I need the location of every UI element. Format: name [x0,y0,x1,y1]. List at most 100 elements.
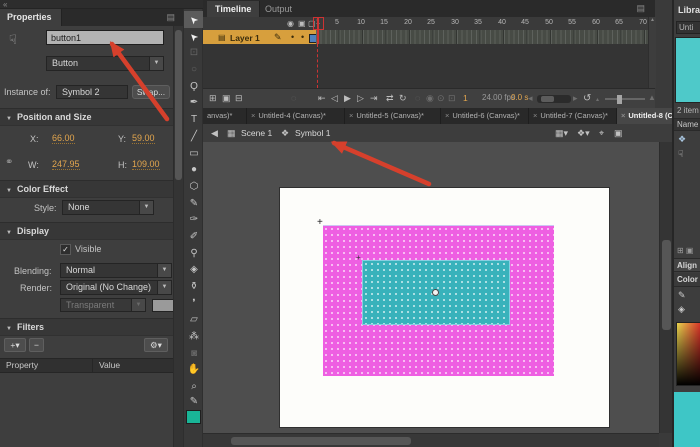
swap-button[interactable]: Swap... [132,85,170,99]
close-icon[interactable]: × [445,111,449,120]
tab-align[interactable]: Align [674,258,700,272]
edit-symbols-icon[interactable]: ❖▾ [577,128,590,139]
text-tool[interactable]: T [184,111,204,128]
playhead-line[interactable] [317,17,319,44]
section-color-effect[interactable]: ▼Color Effect [0,180,183,198]
color-fill-icon[interactable]: ◈ [678,304,700,315]
color-spectrum-picker[interactable] [676,322,700,386]
paint-bucket-tool[interactable]: ◈ [184,261,204,278]
eraser-tool[interactable]: ▱ [184,311,204,328]
x-value[interactable]: 66.00 [52,133,75,144]
timeline-scroll-left-icon[interactable]: ◂ [528,93,533,104]
layer-name[interactable]: Layer 1 [230,33,260,43]
edit-multiple-frames-icon[interactable]: ⊙ [437,93,445,104]
close-icon[interactable]: × [251,111,255,120]
step-forward-button[interactable]: ▷ [357,93,364,104]
step-back-button[interactable]: ◁ [331,93,338,104]
dock-collapse-bar[interactable]: « [0,0,203,9]
layer-lock-dot[interactable]: • [301,32,304,42]
frame-rate-indicator[interactable]: 24.00 fps [482,93,515,102]
instance-name-input[interactable] [46,30,164,45]
scroll-up-icon[interactable]: ▲ [650,17,655,23]
section-display[interactable]: ▼Display [0,222,183,240]
render-dropdown[interactable]: Original (No Change) ▼ [60,280,172,295]
onion-skin-outlines-icon[interactable]: ◉ [426,93,434,104]
collapse-dock-icon[interactable]: « [3,0,7,9]
add-filter-button[interactable]: +▾ [4,338,26,352]
h-value[interactable]: 109.00 [132,159,160,170]
canvas-workspace[interactable]: + + [203,142,672,433]
layer-visibility-dot[interactable]: • [291,32,294,42]
new-layer-icon[interactable]: ⊞ [209,93,217,104]
library-footer-icons[interactable]: ⊞ ▣ [677,246,700,255]
timeline-panel-menu-icon[interactable]: ▤ [636,3,645,14]
symbol-type-dropdown[interactable]: Button ▼ [46,56,164,71]
swap-frames-icon[interactable]: ⇄ [386,93,394,104]
pen-tool[interactable]: ✒ [184,94,204,111]
subselection-tool[interactable]: ➤ [184,28,204,45]
style-dropdown[interactable]: None ▼ [62,200,154,215]
blending-dropdown[interactable]: Normal ▼ [60,263,172,278]
breadcrumb-symbol[interactable]: Symbol 1 [295,128,330,138]
lasso-tool[interactable]: Ϙ [184,78,204,95]
timeline-h-scrollbar[interactable] [537,95,571,103]
stroke-color-swatch[interactable] [186,410,201,424]
canvas-vertical-scrollbar-thumb[interactable] [662,240,671,330]
document-tab[interactable]: ×Untitled-5 (Canvas)* [345,108,441,124]
brush-tool[interactable]: ✑ [184,211,204,228]
library-item-button-icon[interactable]: ☟ [678,149,700,160]
zoom-out-frames-icon[interactable]: ▴ [596,96,599,103]
stroke-color-control[interactable]: ✎ [184,395,204,409]
eye-icon[interactable]: ◉ [287,19,294,28]
close-icon[interactable]: × [349,111,353,120]
library-name-column-header[interactable]: Name [674,118,700,131]
polystar-tool[interactable]: ⬡ [184,178,204,195]
layer-row[interactable]: ▤ Layer 1 ✎ • • [203,30,316,44]
go-to-last-frame-button[interactable]: ⇥ [370,93,378,104]
canvas-horizontal-scrollbar-thumb[interactable] [231,437,411,445]
frame-size-slider[interactable] [605,98,645,100]
library-document-dropdown[interactable]: Unti [676,21,700,34]
eyedropper-tool[interactable]: ❜ [184,295,204,312]
pencil-tool[interactable]: ✎ [184,195,204,212]
tab-properties[interactable]: Properties [0,9,62,26]
new-folder-icon[interactable]: ▣ [222,93,231,104]
y-value[interactable]: 59.00 [132,133,155,144]
tab-color[interactable]: Color [674,273,700,287]
clip-content-icon[interactable]: ▣ [614,128,623,139]
properties-scrollbar-thumb[interactable] [175,30,182,180]
close-icon[interactable]: × [621,111,625,120]
timeline-h-scrollbar-thumb[interactable] [541,96,554,102]
zoom-tool[interactable]: ⌕ [184,378,204,395]
tab-output[interactable]: Output [265,4,292,14]
rectangle-tool[interactable]: ▭ [184,145,204,162]
delete-layer-icon[interactable]: ⊟ [235,93,243,104]
properties-scrollbar[interactable] [173,26,183,447]
paint-brush-tool[interactable]: ✐ [184,228,204,245]
reset-timeline-zoom-icon[interactable]: ↺ [583,93,591,104]
w-value[interactable]: 247.95 [52,159,80,170]
registration-point[interactable] [432,289,439,296]
line-tool[interactable]: ╱ [184,128,204,145]
elapsed-time-indicator[interactable]: 0.0 s [511,93,528,102]
frame-size-slider-thumb[interactable] [617,95,622,104]
timeline-scroll-right-icon[interactable]: ▸ [573,93,578,104]
link-dimensions-icon[interactable]: ⚭ [5,157,13,168]
breadcrumb-scene[interactable]: Scene 1 [241,128,272,138]
document-tab[interactable]: ×Untitled-4 (Canvas)* [247,108,345,124]
edit-scene-icon[interactable]: ▦▾ [555,128,568,139]
library-item-symbol-icon[interactable]: ❖ [678,134,700,145]
remove-filter-button[interactable]: − [29,338,44,352]
document-tab[interactable]: ×Untitled-6 (Canvas)* [441,108,529,124]
oval-tool[interactable]: ● [184,161,204,178]
properties-panel-menu-icon[interactable]: ▤ [166,12,175,23]
color-stroke-icon[interactable]: ✎ [678,290,700,301]
document-tab[interactable]: ×Untitled-7 (Canvas)* [529,108,617,124]
close-icon[interactable]: × [533,111,537,120]
timeline-frame-grid[interactable] [316,30,648,44]
ink-bottle-tool[interactable]: ⚱ [184,278,204,295]
section-filters[interactable]: ▼Filters [0,318,183,336]
modify-markers-icon[interactable]: ⊡ [448,93,456,104]
back-arrow-icon[interactable]: ◀ [211,128,218,139]
tab-timeline[interactable]: Timeline [207,1,260,17]
